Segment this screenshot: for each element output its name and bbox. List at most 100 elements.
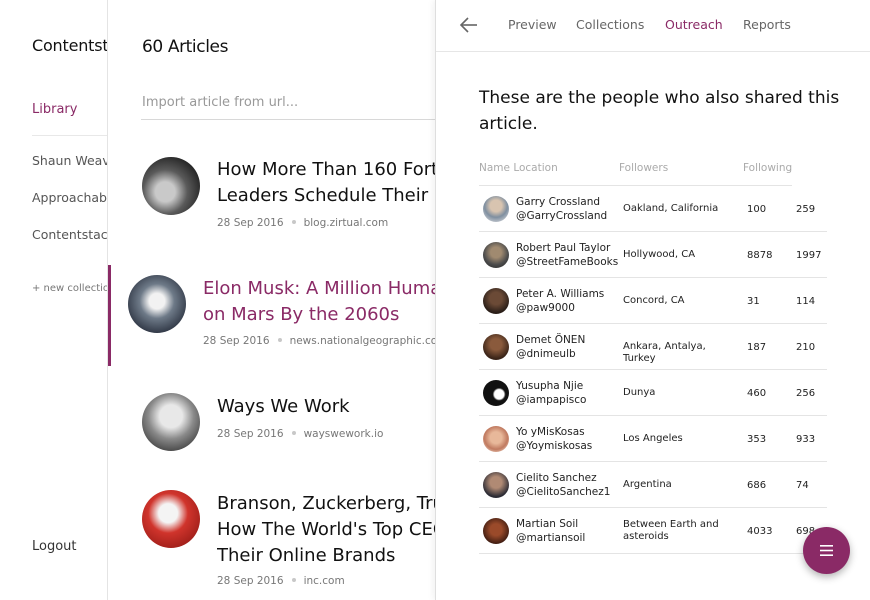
import-url-input[interactable] [141, 86, 435, 120]
sidebar-item-library[interactable]: Library [32, 102, 77, 117]
separator-dot [277, 338, 282, 342]
column-header-name-location: Name Location [479, 162, 558, 174]
person-following: 74 [796, 480, 809, 491]
article-thumbnail [142, 157, 200, 215]
person-location: Los Angeles [623, 433, 683, 444]
logout-link[interactable]: Logout [32, 539, 77, 554]
new-collection-link[interactable]: + new collection [32, 283, 107, 294]
article-meta: 28 Sep 2016 news.nationalgeographic.com [203, 335, 435, 347]
people-row[interactable]: Robert Paul Taylor @StreetFameBooks Holl… [479, 232, 827, 278]
person-following: 210 [796, 342, 816, 353]
article-item[interactable]: Ways We Work 28 Sep 2016 wayswework.io [108, 385, 435, 465]
article-title-line: on Mars By the 2060s [203, 304, 400, 325]
article-thumbnail [142, 393, 200, 451]
sidebar-collection-item[interactable]: Contentstack [32, 227, 107, 242]
person-following: 1997 [796, 250, 822, 261]
article-meta: 28 Sep 2016 inc.com [217, 575, 345, 587]
person-location: Between Earth and asteroids [623, 519, 719, 542]
person-name: Peter A. Williams [516, 288, 605, 300]
person-followers: 187 [747, 342, 767, 353]
person-name: Martian Soil [516, 518, 579, 530]
article-source: blog.zirtual.com [303, 217, 389, 229]
people-row[interactable]: Martian Soil @martiansoil Between Earth … [479, 508, 827, 554]
avatar [483, 472, 509, 498]
sidebar: Contentstack Library Shaun Weaver Approa… [0, 0, 108, 600]
person-handle: @StreetFameBooks [516, 256, 619, 268]
menu-icon [820, 545, 833, 556]
article-item[interactable]: How More Than 160 Fortune Leaders Schedu… [108, 150, 435, 250]
brand-title: Contentstack [32, 36, 108, 55]
person-followers: 686 [747, 480, 767, 491]
person-location: Ankara, Antalya, Turkey [623, 341, 706, 364]
articles-list: 60 Articles How More Than 160 Fortune Le… [108, 0, 435, 600]
person-location: Concord, CA [623, 295, 685, 306]
person-name: Garry Crossland [516, 196, 601, 208]
person-followers: 100 [747, 204, 767, 215]
people-row[interactable]: Yusupha Njie @iampapisco Dunya 460 256 [479, 370, 827, 416]
person-followers: 31 [747, 296, 760, 307]
person-following: 256 [796, 388, 816, 399]
column-header-followers: Followers [619, 162, 669, 174]
person-location: Argentina [623, 479, 672, 490]
sidebar-collection-item[interactable]: Approachable [32, 190, 107, 205]
article-title-line: Branson, Zuckerberg, Trump: [217, 493, 435, 514]
fab-menu-button[interactable] [803, 527, 850, 574]
article-meta: 28 Sep 2016 wayswework.io [217, 428, 383, 440]
person-handle: @Yoymiskosas [516, 440, 593, 452]
person-handle: @dnimeulb [516, 348, 576, 360]
sidebar-collection-item[interactable]: Shaun Weaver [32, 153, 107, 168]
avatar [483, 242, 509, 268]
person-followers: 460 [747, 388, 767, 399]
person-handle: @GarryCrossland [516, 210, 608, 222]
people-row[interactable]: Cielito Sanchez @CielitoSanchez1 Argenti… [479, 462, 827, 508]
person-followers: 353 [747, 434, 767, 445]
person-handle: @iampapisco [516, 394, 587, 406]
articles-count: 60 Articles [142, 37, 229, 57]
sidebar-divider [32, 135, 107, 136]
article-title-line: Leaders Schedule Their [217, 185, 429, 206]
separator-dot [291, 220, 296, 224]
article-date: 28 Sep 2016 [217, 575, 284, 587]
outreach-panel: Preview Collections Outreach Reports The… [435, 0, 870, 600]
article-title-line: Their Online Brands [217, 545, 396, 566]
article-source: inc.com [303, 575, 345, 587]
person-location: Oakland, California [623, 203, 719, 214]
panel-header: Preview Collections Outreach Reports [436, 0, 870, 52]
people-row[interactable]: Yo yMisKosas @Yoymiskosas Los Angeles 35… [479, 416, 827, 462]
article-item[interactable]: Branson, Zuckerberg, Trump: How The Worl… [108, 484, 435, 600]
article-item-active[interactable]: Elon Musk: A Million Humans on Mars By t… [108, 265, 435, 366]
tab-preview[interactable]: Preview [508, 17, 557, 32]
arrow-left-icon[interactable] [458, 14, 480, 36]
avatar [483, 196, 509, 222]
person-name: Yusupha Njie [516, 380, 584, 392]
tab-reports[interactable]: Reports [743, 17, 791, 32]
person-location: Hollywood, CA [623, 249, 696, 260]
people-row[interactable]: Demet ÖNEN @dnimeulb Ankara, Antalya, Tu… [479, 324, 827, 370]
column-header-following: Following [743, 162, 793, 174]
person-following: 933 [796, 434, 816, 445]
person-name: Demet ÖNEN [516, 334, 586, 346]
article-title-line: Ways We Work [217, 396, 350, 417]
article-source: news.nationalgeographic.com [289, 335, 435, 347]
people-row[interactable]: Garry Crossland @GarryCrossland Oakland,… [479, 186, 827, 232]
article-title-line: Elon Musk: A Million Humans [203, 278, 435, 299]
person-location: Dunya [623, 387, 656, 398]
person-following: 114 [796, 296, 816, 307]
article-title-line: How The World's Top CEOs [217, 519, 435, 540]
avatar [483, 380, 509, 406]
people-row[interactable]: Peter A. Williams @paw9000 Concord, CA 3… [479, 278, 827, 324]
tab-outreach[interactable]: Outreach [665, 17, 723, 32]
separator-dot [291, 431, 296, 435]
person-followers: 8878 [747, 250, 773, 261]
avatar [483, 518, 509, 544]
tab-collections[interactable]: Collections [576, 17, 644, 32]
person-name: Robert Paul Taylor [516, 242, 611, 254]
article-thumbnail [128, 275, 186, 333]
separator-dot [291, 578, 296, 582]
article-source: wayswework.io [303, 428, 384, 440]
article-date: 28 Sep 2016 [203, 335, 270, 347]
article-date: 28 Sep 2016 [217, 217, 284, 229]
person-name: Yo yMisKosas [516, 426, 585, 438]
avatar [483, 426, 509, 452]
article-title-line: How More Than 160 Fortune [217, 159, 435, 180]
